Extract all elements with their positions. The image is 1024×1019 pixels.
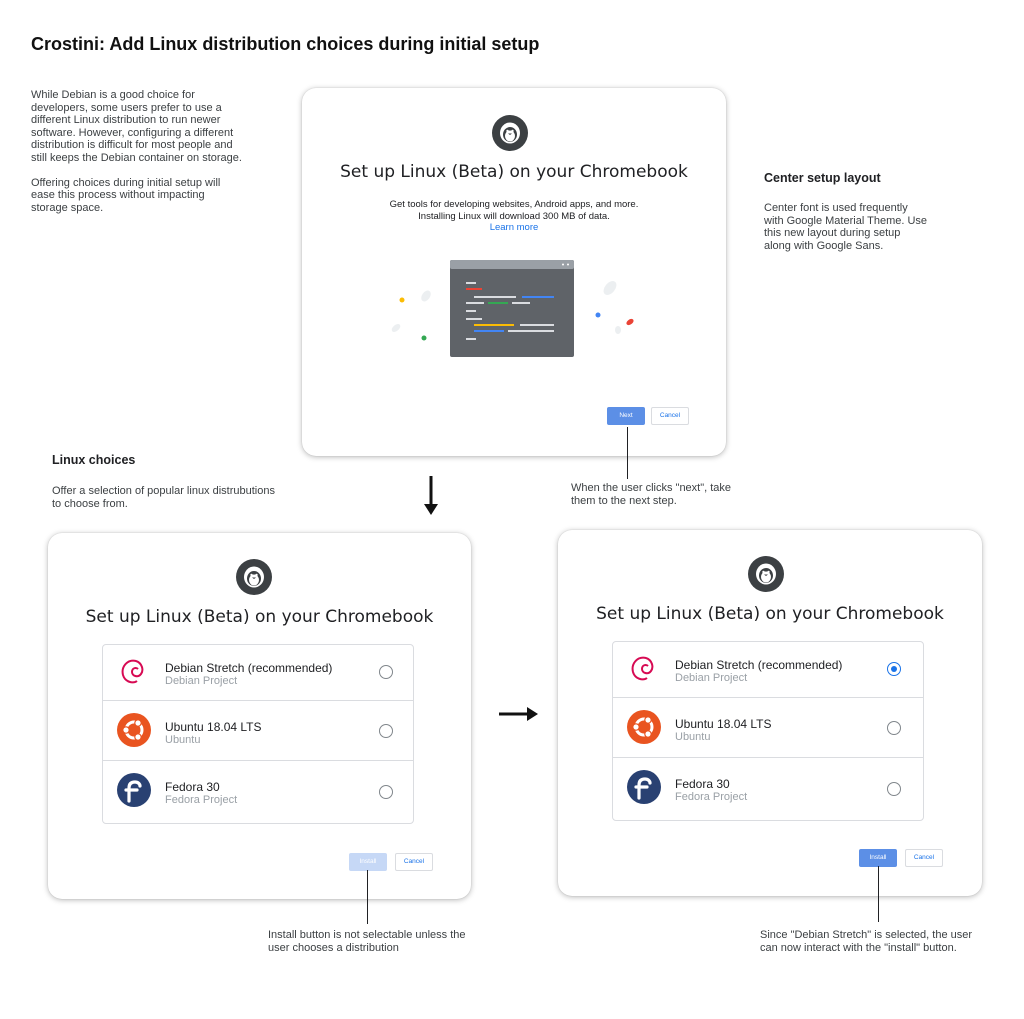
install-button-disabled: Install [349, 853, 387, 871]
linux-choices-note: Offer a selection of popular linux distr… [52, 485, 275, 510]
center-layout-title: Center setup layout [764, 171, 881, 185]
dialog-description-line-2: Installing Linux will download 300 MB of… [418, 210, 610, 222]
ubuntu-logo-icon [627, 710, 661, 744]
fedora-logo-icon [117, 773, 151, 807]
debian-logo-icon [121, 659, 144, 684]
distro-choice-dialog-selected: Set up Linux (Beta) on your Chromebook D… [558, 530, 982, 896]
next-note: When the user clicks "next", take them t… [571, 482, 732, 507]
radio-debian[interactable] [379, 665, 393, 679]
radio-debian-selected[interactable] [887, 662, 901, 676]
ubuntu-logo-icon [117, 713, 151, 747]
linux-choices-title: Linux choices [52, 453, 136, 467]
arrow-right-icon [499, 707, 538, 721]
radio-fedora[interactable] [887, 782, 901, 796]
radio-ubuntu[interactable] [887, 721, 901, 735]
radio-ubuntu[interactable] [379, 724, 393, 738]
distro-name: Debian Stretch (recommended) [675, 658, 843, 672]
arrow-down-icon [424, 476, 438, 515]
selected-note: Since "Debian Stretch" is selected, the … [760, 929, 973, 954]
distro-name: Ubuntu 18.04 LTS [165, 720, 262, 734]
distro-vendor: Debian Project [165, 675, 238, 687]
next-button[interactable]: Next [607, 407, 645, 425]
dialog-title: Set up Linux (Beta) on your Chromebook [596, 604, 944, 624]
install-note: Install button is not selectable unless … [268, 929, 466, 954]
distro-vendor: Debian Project [675, 672, 748, 684]
dialog-description-line-1: Get tools for developing websites, Andro… [389, 199, 639, 210]
distro-name: Fedora 30 [165, 780, 220, 794]
distro-option-fedora[interactable]: Fedora 30 Fedora Project [103, 761, 413, 823]
distro-vendor: Ubuntu [675, 731, 711, 743]
cancel-button[interactable]: Cancel [395, 853, 433, 871]
distro-option-debian[interactable]: Debian Stretch (recommended) Debian Proj… [103, 645, 413, 701]
distro-choice-dialog-unselected: Set up Linux (Beta) on your Chromebook D… [48, 533, 471, 899]
distro-list: Debian Stretch (recommended) Debian Proj… [102, 644, 414, 824]
cancel-button[interactable]: Cancel [905, 849, 943, 867]
learn-more-link[interactable]: Learn more [302, 222, 726, 234]
distro-option-fedora[interactable]: Fedora 30 Fedora Project [613, 758, 923, 820]
distro-name: Ubuntu 18.04 LTS [675, 717, 772, 731]
linux-penguin-icon [492, 115, 528, 151]
distro-vendor: Fedora Project [675, 791, 748, 803]
distro-name: Debian Stretch (recommended) [165, 661, 333, 675]
fedora-logo-icon [627, 770, 661, 804]
radio-fedora[interactable] [379, 785, 393, 799]
callout-line-selected [878, 866, 879, 922]
linux-penguin-icon [236, 559, 272, 595]
distro-list: Debian Stretch (recommended) Debian Proj… [612, 641, 924, 821]
distro-option-ubuntu[interactable]: Ubuntu 18.04 LTS Ubuntu [613, 697, 923, 758]
debian-logo-icon [631, 656, 654, 681]
cancel-button[interactable]: Cancel [651, 407, 689, 425]
distro-vendor: Ubuntu [165, 734, 201, 746]
center-layout-note: Center font is used frequently with Goog… [764, 202, 928, 252]
distro-name: Fedora 30 [675, 777, 730, 791]
install-button[interactable]: Install [859, 849, 897, 867]
intro-note: While Debian is a good choice for develo… [31, 89, 242, 214]
page-title: Crostini: Add Linux distribution choices… [31, 34, 540, 54]
terminal-illustration [382, 256, 652, 366]
setup-intro-dialog: Set up Linux (Beta) on your Chromebook G… [302, 88, 726, 456]
callout-line-install [367, 870, 368, 924]
distro-option-ubuntu[interactable]: Ubuntu 18.04 LTS Ubuntu [103, 700, 413, 761]
linux-penguin-icon [748, 556, 784, 592]
distro-vendor: Fedora Project [165, 794, 238, 806]
callout-line-next [627, 427, 628, 479]
dialog-title: Set up Linux (Beta) on your Chromebook [340, 162, 688, 182]
distro-option-debian[interactable]: Debian Stretch (recommended) Debian Proj… [613, 642, 923, 698]
dialog-title: Set up Linux (Beta) on your Chromebook [85, 607, 434, 627]
